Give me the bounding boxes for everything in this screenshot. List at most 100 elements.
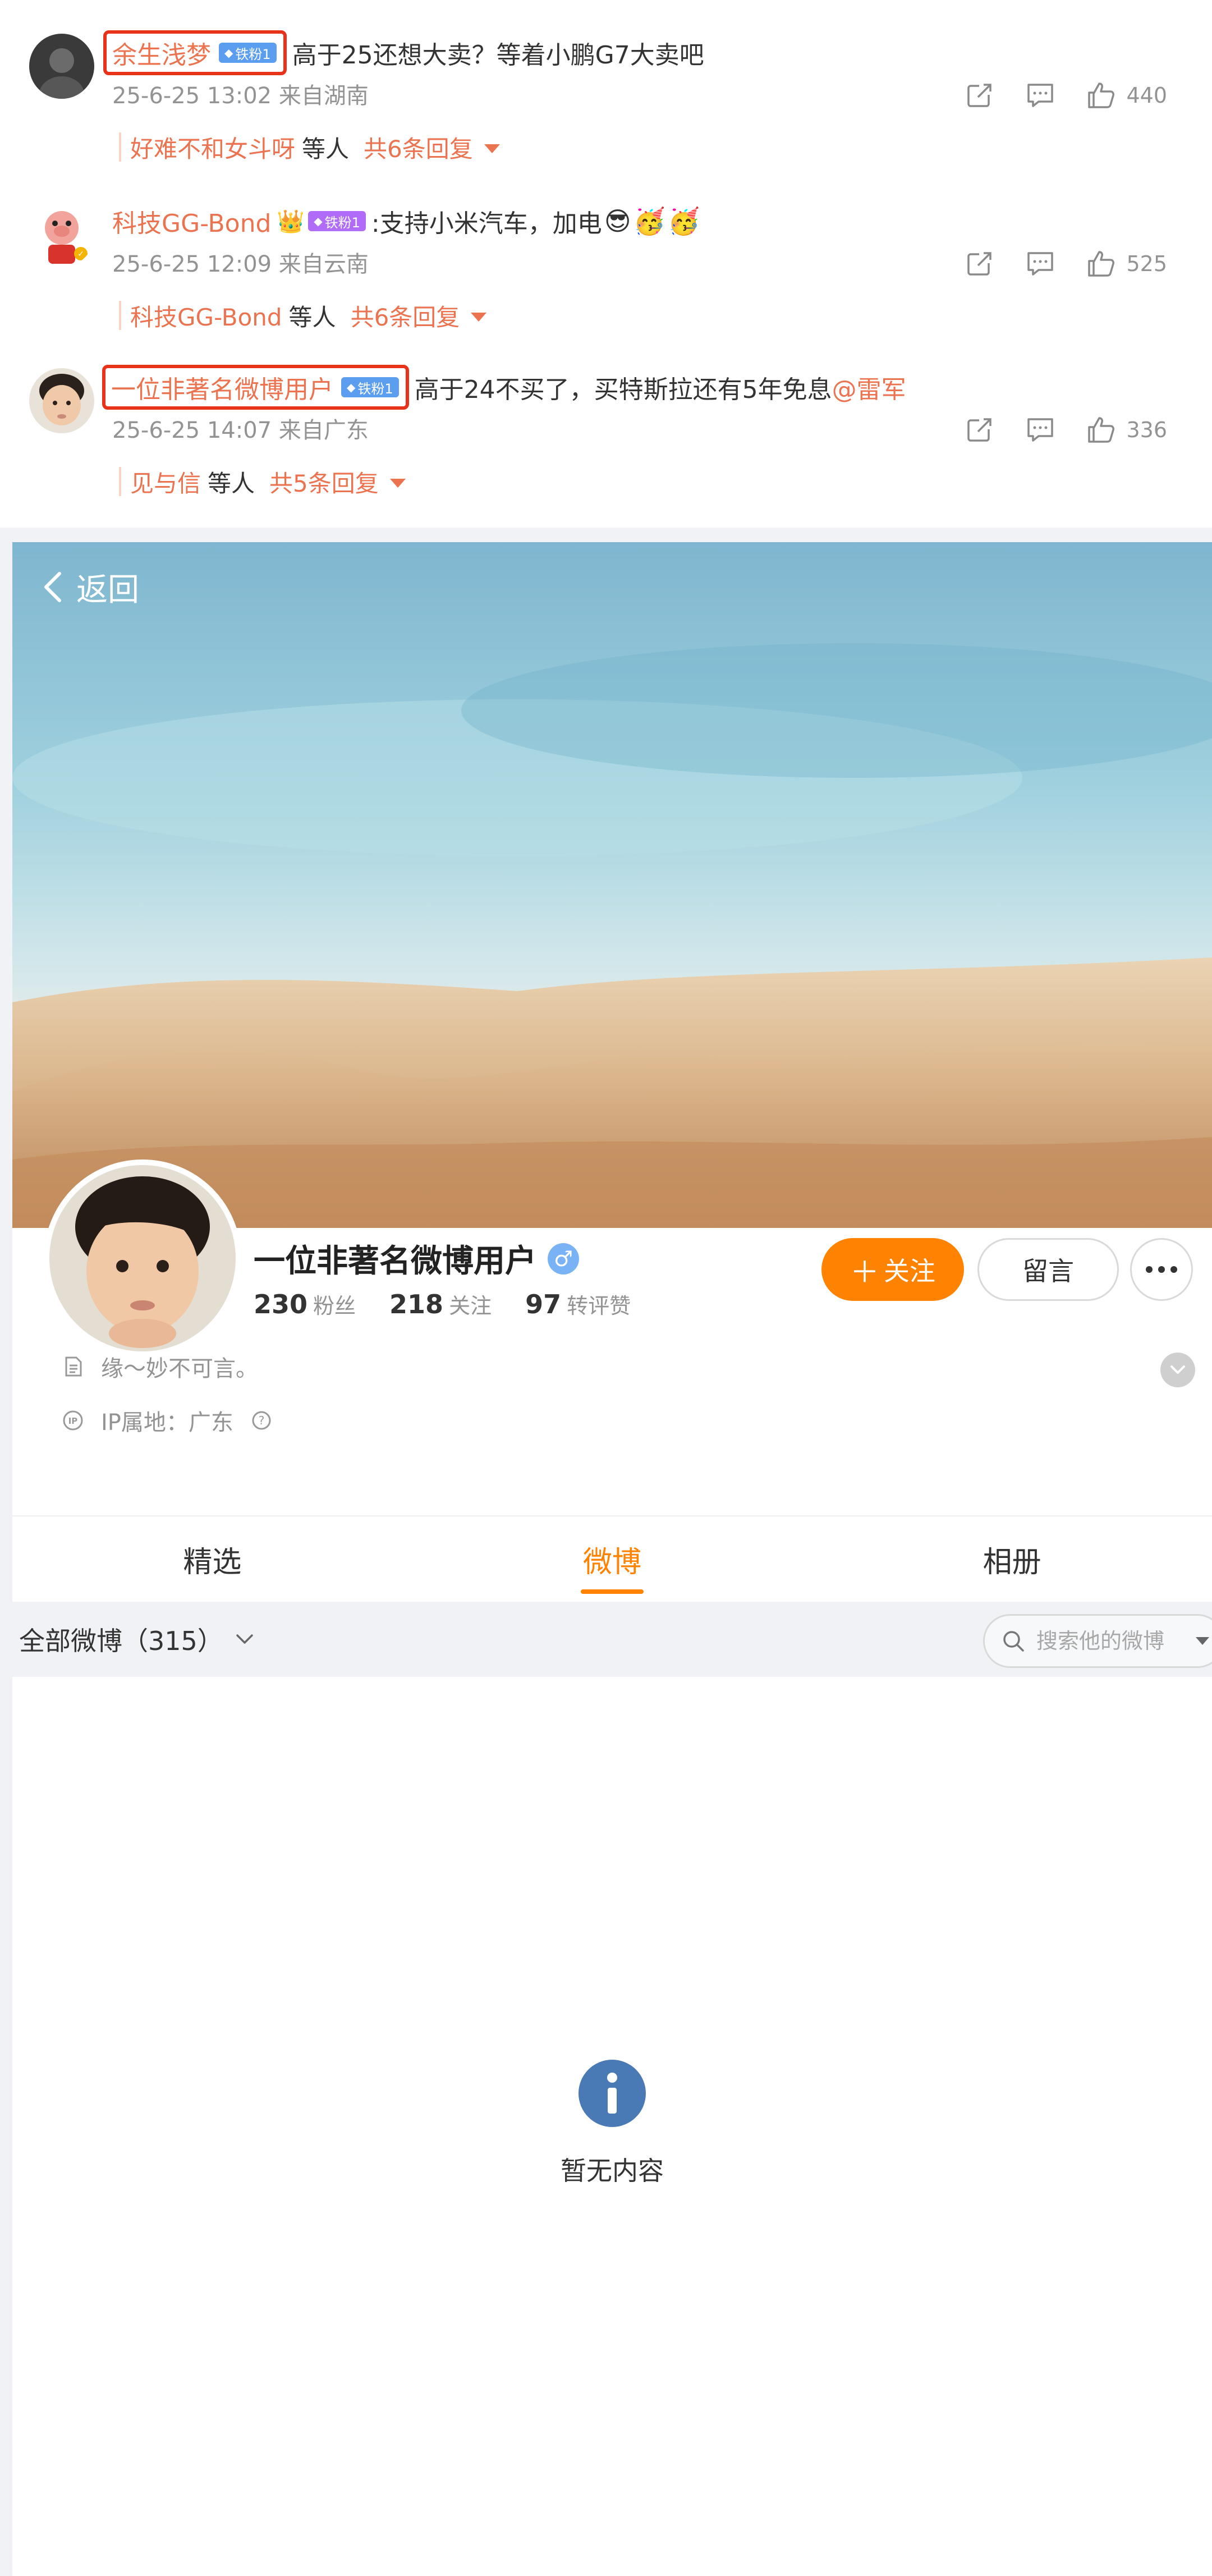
stat-reposts-likes[interactable]: 97 转评赞 <box>525 1289 631 1319</box>
reply-count[interactable]: 共6条回复 <box>351 299 460 333</box>
crown-icon: 👑 <box>277 208 305 235</box>
comment-actions: 440 <box>965 79 1167 112</box>
svg-text:✓: ✓ <box>77 250 84 259</box>
dot-icon <box>1146 1266 1153 1273</box>
follow-button[interactable]: ＋ 关注 <box>821 1238 964 1301</box>
tab-album[interactable]: 相册 <box>812 1516 1212 1602</box>
svg-text:IP: IP <box>68 1416 78 1426</box>
comment-meta: 25-6-25 14:07 来自广东 <box>112 418 369 443</box>
question-icon[interactable]: ? <box>249 1408 274 1433</box>
stat-number: 230 <box>254 1289 308 1319</box>
reply-summary[interactable]: 好难不和女斗呀 等人 共6条回复 <box>119 130 500 164</box>
avatar[interactable]: ✓ <box>29 202 94 267</box>
stat-number: 97 <box>525 1289 562 1319</box>
like-button[interactable]: 440 <box>1086 80 1167 111</box>
avatar[interactable] <box>29 34 94 99</box>
diamond-icon: ◆ <box>314 214 323 228</box>
more-options-button[interactable] <box>1130 1238 1193 1301</box>
reply-etc: 等人 <box>288 303 336 331</box>
reply-names[interactable]: 科技GG-Bond <box>130 299 282 333</box>
plus-icon: ＋ <box>850 1256 879 1289</box>
reply-count[interactable]: 共6条回复 <box>364 130 473 164</box>
reply-names[interactable]: 见与信 <box>130 465 201 499</box>
avatar[interactable] <box>29 368 94 433</box>
fan-badge: ◆ 铁粉1 <box>308 211 366 231</box>
caret-down-icon[interactable] <box>389 479 406 488</box>
search-input[interactable] <box>1036 1629 1182 1653</box>
profile-name: 一位非著名微博用户 ♂ <box>254 1236 579 1281</box>
reply-count[interactable]: 共5条回复 <box>269 465 379 499</box>
comment-username[interactable]: 科技GG-Bond <box>112 203 271 239</box>
tab-weibo[interactable]: 微博 <box>412 1516 812 1602</box>
comment-meta: 25-6-25 13:02 来自湖南 <box>112 83 369 109</box>
party-emoji-icon: 🥳 <box>667 205 700 236</box>
dot-icon <box>1158 1266 1165 1273</box>
ip-icon: IP <box>63 1410 83 1431</box>
comment-header: 一位非著名微博用户 ◆ 铁粉1 高于24不买了，买特斯拉还有5年免息 @雷军 <box>102 365 906 410</box>
sunglasses-emoji-icon: 😎 <box>604 206 631 236</box>
stat-number: 218 <box>389 1289 444 1319</box>
chevron-down-icon <box>1170 1365 1185 1374</box>
beach-cover-image <box>12 542 1212 1228</box>
chevron-down-icon <box>236 1634 253 1644</box>
comment-actions: 336 <box>965 413 1167 447</box>
like-button[interactable]: 525 <box>1086 249 1167 279</box>
stat-label: 关注 <box>449 1294 492 1318</box>
ip-text: IP属地：广东 <box>101 1410 233 1436</box>
comment-meta: 25-6-25 12:09 来自云南 <box>112 251 369 277</box>
profile-bio: 缘～妙不可言。 <box>61 1350 258 1383</box>
search-icon <box>1003 1631 1024 1652</box>
follow-label: 关注 <box>884 1257 935 1286</box>
share-icon[interactable] <box>965 80 995 111</box>
expand-button[interactable] <box>1160 1353 1195 1387</box>
fan-badge-label: 铁粉1 <box>235 46 271 62</box>
tab-featured[interactable]: 精选 <box>12 1516 412 1602</box>
comment-list: 余生浅梦 ◆ 铁粉1 高于25还想大卖？等着小鹏G7大卖吧 25-6-25 13:… <box>0 0 1212 528</box>
back-button[interactable]: 返回 <box>42 565 139 609</box>
comment-icon[interactable] <box>1025 80 1055 111</box>
diamond-icon: ◆ <box>347 381 356 394</box>
share-icon[interactable] <box>965 249 995 279</box>
profile-avatar[interactable] <box>44 1159 241 1357</box>
like-button[interactable]: 336 <box>1086 415 1167 445</box>
all-posts-label: 全部微博（315） <box>19 1626 223 1656</box>
info-icon <box>579 2060 646 2127</box>
profile-ip: IP IP属地：广东 ? <box>61 1404 274 1437</box>
chevron-left-icon <box>44 572 61 602</box>
comment-icon[interactable] <box>1025 249 1055 279</box>
caret-down-icon[interactable] <box>471 313 487 322</box>
comment-icon[interactable] <box>1025 415 1055 445</box>
all-posts-dropdown[interactable]: 全部微博（315） <box>19 1621 255 1658</box>
comment-text: 高于25还想大卖？等着小鹏G7大卖吧 <box>292 41 704 70</box>
posts-list: 暂无内容 <box>12 1677 1212 2576</box>
reply-summary[interactable]: 科技GG-Bond 等人 共6条回复 <box>118 299 487 333</box>
stat-following[interactable]: 218 关注 <box>389 1289 492 1319</box>
fan-badge: ◆ 铁粉1 <box>341 377 399 397</box>
comment-header: 科技GG-Bond 👑 ◆ 铁粉1 :支持小米汽车，加电 😎 🥳 🥳 <box>112 201 700 241</box>
thumbs-up-icon <box>1088 82 1115 108</box>
bio-text: 缘～妙不可言。 <box>101 1356 258 1382</box>
comment-item: 一位非著名微博用户 ◆ 铁粉1 高于24不买了，买特斯拉还有5年免息 @雷军 25… <box>0 334 1212 497</box>
empty-state-text: 暂无内容 <box>561 2156 664 2186</box>
reply-names[interactable]: 好难不和女斗呀 <box>130 130 295 164</box>
caret-down-icon[interactable] <box>484 144 500 153</box>
like-count: 336 <box>1126 418 1167 442</box>
profile-tabs: 精选 微博 相册 <box>12 1516 1212 1602</box>
fan-badge: ◆ 铁粉1 <box>219 43 277 63</box>
stat-followers[interactable]: 230 粉丝 <box>254 1289 356 1319</box>
stat-label: 转评赞 <box>567 1294 631 1318</box>
comment-item: 余生浅梦 ◆ 铁粉1 高于25还想大卖？等着小鹏G7大卖吧 25-6-25 13:… <box>0 0 1212 163</box>
reply-summary[interactable]: 见与信 等人 共5条回复 <box>119 465 406 499</box>
comment-actions: 525 <box>965 247 1167 281</box>
comment-username[interactable]: 一位非著名微博用户 <box>111 369 333 405</box>
share-icon[interactable] <box>965 415 995 445</box>
caret-down-icon[interactable] <box>1196 1637 1209 1645</box>
mention-link[interactable]: @雷军 <box>832 369 906 405</box>
like-count: 440 <box>1126 83 1167 108</box>
message-button[interactable]: 留言 <box>977 1238 1119 1301</box>
posts-filter-bar: 全部微博（315） <box>0 1602 1212 1677</box>
document-icon <box>65 1356 82 1377</box>
stat-label: 粉丝 <box>313 1294 356 1318</box>
comment-text: 高于24不买了，买特斯拉还有5年免息 <box>414 375 832 404</box>
comment-username[interactable]: 余生浅梦 <box>112 35 211 71</box>
